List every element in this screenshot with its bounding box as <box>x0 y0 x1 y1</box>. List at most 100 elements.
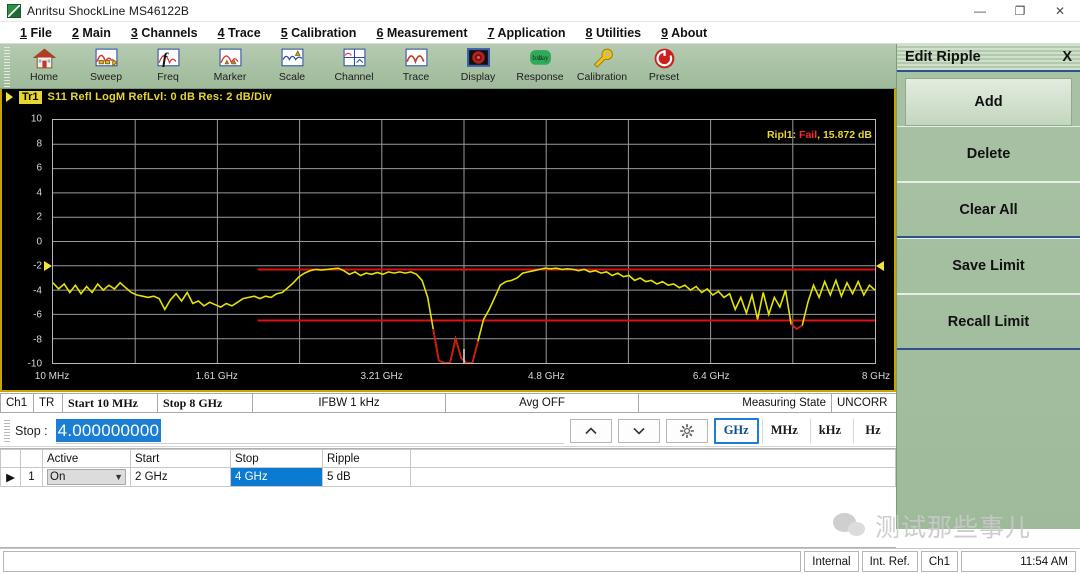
column-header-start[interactable]: Start <box>130 449 231 468</box>
x-axis-tick: 8 GHz <box>861 371 891 382</box>
menu-item-application[interactable]: 7 Application <box>477 24 575 42</box>
cell-ripple[interactable]: 5 dB <box>322 467 411 487</box>
toolbar-button-freq[interactable]: f Freq <box>137 44 199 88</box>
toolbar-label: Response <box>516 71 564 83</box>
increment-button[interactable] <box>569 418 612 443</box>
window-title: Anritsu ShockLine MS46122B <box>27 3 190 18</box>
cell-active[interactable]: On ▼ <box>42 467 131 487</box>
y-axis-tick: -2 <box>33 260 42 272</box>
entry-bar-grip[interactable] <box>4 419 10 442</box>
entry-value-field[interactable]: 4.000000000 <box>55 418 564 444</box>
column-header-ripple[interactable]: Ripple <box>322 449 411 468</box>
ref-level-marker-right-icon <box>876 261 884 271</box>
panel-close-icon[interactable]: X <box>1062 49 1072 65</box>
add-button[interactable]: Add <box>905 78 1072 126</box>
trace-badge[interactable]: Tr1 <box>19 90 42 104</box>
menu-accel: 8 <box>585 25 593 40</box>
toolbar-label: Display <box>460 71 496 83</box>
gear-icon <box>679 423 694 438</box>
trace-icon <box>405 48 427 67</box>
recall-limit-button[interactable]: Recall Limit <box>897 294 1080 350</box>
active-dropdown[interactable]: On ▼ <box>47 469 126 485</box>
table-row[interactable]: ▶ 1 On ▼ 2 GHz 4 GHz 5 dB <box>0 467 896 487</box>
minimize-button[interactable]: — <box>960 0 1000 22</box>
toolbar-button-calibration[interactable]: Calibration <box>571 44 633 88</box>
menu-item-about[interactable]: 9 About <box>651 24 717 42</box>
menu-label: Calibration <box>291 25 357 40</box>
chart-panel[interactable]: Tr1 S11 Refl LogM RefLvl: 0 dB Res: 2 dB… <box>0 89 896 392</box>
menu-accel: 3 <box>130 25 138 40</box>
toolbar-button-trace[interactable]: Trace <box>385 44 447 88</box>
toolbar-button-preset[interactable]: Preset <box>633 44 695 88</box>
plot-area[interactable]: Ripl1: Fail, 15.872 dB 10 8 6 4 2 0 -2 -4 -6 -8 -1… <box>2 105 894 390</box>
ripple-status: Fail <box>799 129 818 141</box>
cell-stop[interactable]: 4 GHz <box>230 467 323 487</box>
menu-item-measurement[interactable]: 6 Measurement <box>366 24 477 42</box>
toolbar-button-home[interactable]: Home <box>13 44 75 88</box>
y-axis-tick: 8 <box>36 138 42 149</box>
status-correction: UNCORR <box>831 393 897 413</box>
channel-icon <box>343 48 365 67</box>
status-averaging[interactable]: Avg OFF <box>445 393 639 413</box>
chevron-down-icon <box>633 427 645 435</box>
menu-accel: 7 <box>487 25 495 40</box>
menu-item-file[interactable]: 1 File <box>10 24 62 42</box>
save-limit-button[interactable]: Save Limit <box>897 238 1080 294</box>
column-header-stop[interactable]: Stop <box>230 449 323 468</box>
unit-button-khz[interactable]: kHz <box>809 417 850 444</box>
maximize-button[interactable]: ❐ <box>1000 0 1040 22</box>
row-selector-arrow-icon[interactable]: ▶ <box>0 467 21 487</box>
close-button[interactable]: ✕ <box>1040 0 1080 22</box>
toolbar-grip[interactable] <box>4 47 10 87</box>
clear-all-button[interactable]: Clear All <box>897 182 1080 238</box>
delete-button[interactable]: Delete <box>897 126 1080 182</box>
row-index: 1 <box>20 467 43 487</box>
status-ifbw[interactable]: IFBW 1 kHz <box>252 393 446 413</box>
entry-settings-button[interactable] <box>665 418 708 443</box>
ripple-limit-table-wrapper[interactable]: Active Start Stop Ripple ▶ 1 On ▼ 2 GHz … <box>0 448 896 548</box>
toolbar-label: Preset <box>648 71 680 83</box>
ripple-prefix: Ripl1: <box>766 129 797 141</box>
menu-item-trace[interactable]: 4 Trace <box>208 24 271 42</box>
toolbar-label: Freq <box>157 71 179 83</box>
menu-bar: 1 File 2 Main 3 Channels 4 Trace 5 Calib… <box>0 22 1080 44</box>
title-bar: Anritsu ShockLine MS46122B — ❐ ✕ <box>0 0 1080 22</box>
toolbar-label: Trace <box>402 71 430 83</box>
toolbar-button-channel[interactable]: Channel <box>323 44 385 88</box>
menu-item-calibration[interactable]: 5 Calibration <box>271 24 367 42</box>
status-start-freq[interactable]: Start 10 MHz <box>62 393 158 413</box>
toolbar-button-marker[interactable]: Marker <box>199 44 261 88</box>
x-axis-tick: 1.61 GHz <box>195 371 238 382</box>
toolbar-button-response[interactable]: b bx/ay Response <box>509 44 571 88</box>
decrement-button[interactable] <box>617 418 660 443</box>
ripple-result-annotation: Ripl1: Fail, 15.872 dB <box>767 129 872 141</box>
x-axis-labels: 10 MHz 1.61 GHz 3.21 GHz 4.8 GHz 6.4 GHz 8 GH… <box>2 371 894 387</box>
bottom-message-area <box>3 551 802 572</box>
toolbar-button-sweep[interactable]: Sweep <box>75 44 137 88</box>
status-stop-freq[interactable]: Stop 8 GHz <box>157 393 253 413</box>
menu-item-main[interactable]: 2 Main <box>62 24 121 42</box>
toolbar-button-scale[interactable]: Scale <box>261 44 323 88</box>
menu-accel: 9 <box>661 25 669 40</box>
toolbar-button-display[interactable]: Display <box>447 44 509 88</box>
menu-item-channels[interactable]: 3 Channels <box>121 24 208 42</box>
unit-button-hz[interactable]: Hz <box>853 417 893 444</box>
entry-label: Stop : <box>15 423 48 438</box>
table-body: ▶ 1 On ▼ 2 GHz 4 GHz 5 dB <box>0 467 896 487</box>
status-trace[interactable]: TR <box>33 393 63 413</box>
y-axis-tick: 10 <box>30 113 42 125</box>
unit-button-ghz[interactable]: GHz <box>713 417 759 444</box>
unit-button-mhz[interactable]: MHz <box>761 417 807 444</box>
plot-grid <box>52 119 876 364</box>
menu-accel: 6 <box>376 25 384 40</box>
bottom-source: Internal <box>804 551 859 572</box>
status-channel[interactable]: Ch1 <box>0 393 34 413</box>
entry-value[interactable]: 4.000000000 <box>55 418 162 442</box>
column-header-filler <box>410 449 896 468</box>
column-header-active[interactable]: Active <box>42 449 131 468</box>
channel-status-bar: Ch1 TR Start 10 MHz Stop 8 GHz IFBW 1 kH… <box>0 393 897 413</box>
marker-icon <box>219 48 241 67</box>
menu-item-utilities[interactable]: 8 Utilities <box>576 24 652 42</box>
cell-start[interactable]: 2 GHz <box>130 467 231 487</box>
table-header: Active Start Stop Ripple <box>0 449 896 468</box>
